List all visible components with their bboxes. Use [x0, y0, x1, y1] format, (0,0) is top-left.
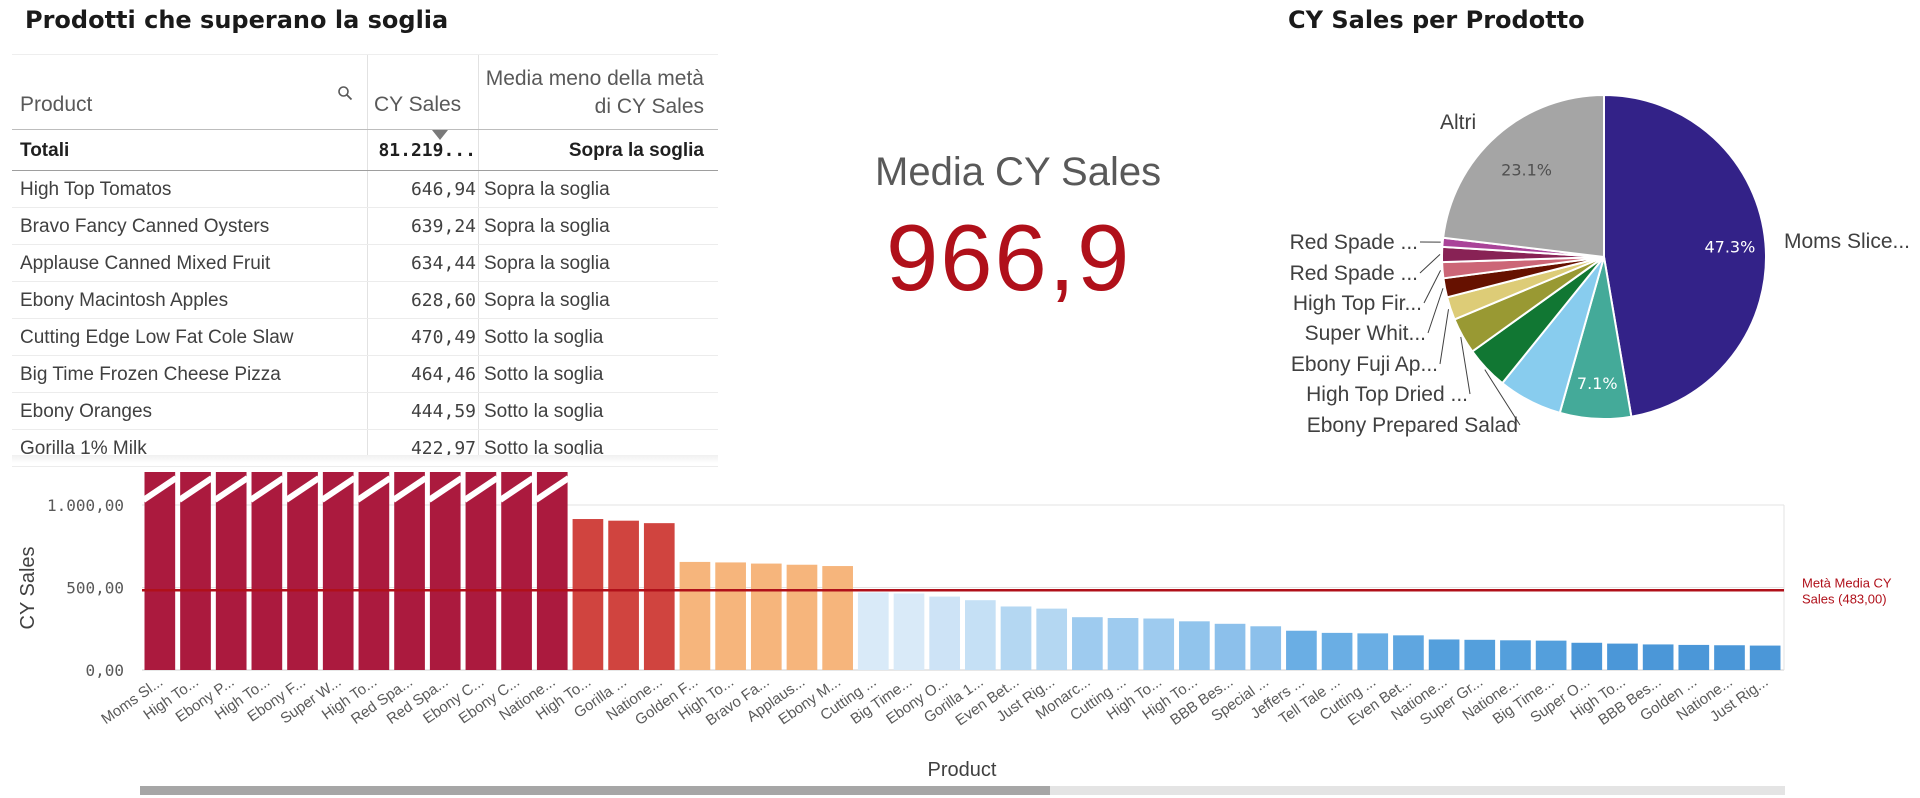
bar[interactable]	[287, 472, 318, 670]
reference-line-label: Metà Media CY	[1802, 575, 1892, 590]
pie-percent-label: 47.3%	[1704, 237, 1755, 256]
bar[interactable]	[1179, 621, 1210, 670]
bar[interactable]	[215, 472, 247, 670]
bar[interactable]	[501, 472, 532, 670]
bar[interactable]	[144, 472, 176, 670]
pie-percent-label: 23.1%	[1501, 161, 1552, 180]
bar[interactable]	[1678, 644, 1710, 670]
bar[interactable]	[1714, 645, 1745, 670]
x-axis-title: Product	[928, 759, 997, 781]
bar[interactable]	[857, 592, 889, 670]
bar[interactable]	[1357, 633, 1389, 670]
bar[interactable]	[964, 600, 996, 670]
bar[interactable]	[1393, 635, 1424, 670]
bar[interactable]	[1428, 639, 1460, 670]
bar[interactable]	[608, 520, 639, 670]
bar[interactable]	[1214, 623, 1246, 670]
bar[interactable]	[1107, 618, 1139, 670]
bar[interactable]	[322, 472, 354, 670]
pie-leader-line	[1419, 254, 1441, 274]
bar[interactable]	[822, 566, 853, 670]
pie-leader-line	[1439, 309, 1450, 365]
pie-slice-label: High Top Dried ...	[1306, 383, 1468, 406]
bar[interactable]	[1535, 640, 1567, 670]
bar[interactable]	[572, 519, 604, 670]
bar[interactable]	[750, 563, 782, 670]
bar[interactable]	[465, 472, 497, 670]
bar-chart: 1.000,00500,000,00Moms Sl...High To...Eb…	[17, 472, 1892, 795]
bar[interactable]	[1749, 645, 1781, 670]
bar[interactable]	[929, 596, 961, 670]
pie-slice-label: Ebony Fuji Ap...	[1291, 353, 1438, 376]
y-tick-label: 500,00	[66, 579, 124, 598]
bar[interactable]	[715, 562, 746, 670]
scrollbar-thumb[interactable]	[140, 786, 1050, 795]
pie-slice-label: Red Spade ...	[1290, 262, 1418, 285]
bar[interactable]	[1607, 643, 1638, 670]
bar[interactable]	[394, 472, 425, 670]
bar[interactable]	[786, 564, 818, 670]
pie-percent-label: 7.1%	[1577, 374, 1618, 393]
pie-slice-label: Super Whit...	[1305, 322, 1426, 345]
bar[interactable]	[358, 472, 390, 670]
pie-slice-label: Red Spade ...	[1290, 231, 1418, 254]
bar[interactable]	[1500, 640, 1531, 670]
pie-leader-line	[1423, 270, 1441, 304]
y-tick-label: 0,00	[85, 661, 124, 680]
bar[interactable]	[1286, 630, 1317, 670]
bar[interactable]	[1642, 644, 1674, 670]
bar[interactable]	[1464, 639, 1496, 670]
bar[interactable]	[1143, 618, 1175, 670]
pie-slice-label: Ebony Prepared Salad	[1307, 414, 1518, 437]
bar[interactable]	[1571, 642, 1603, 670]
bar[interactable]	[679, 561, 711, 670]
bar[interactable]	[429, 472, 461, 670]
bar[interactable]	[1036, 608, 1068, 670]
pie-slice-label: Moms Slice...	[1784, 230, 1910, 253]
pie-slice-label: Altri	[1440, 111, 1476, 134]
bar[interactable]	[536, 472, 568, 670]
y-tick-label: 1.000,00	[47, 496, 124, 515]
pie-slice-label: High Top Fir...	[1293, 292, 1422, 315]
bar[interactable]	[1072, 617, 1103, 670]
bar[interactable]	[1000, 606, 1032, 670]
bar[interactable]	[251, 472, 283, 670]
bar[interactable]	[893, 593, 925, 670]
bar[interactable]	[643, 523, 675, 670]
y-axis-title: CY Sales	[17, 546, 39, 629]
reference-line-label: Sales (483,00)	[1802, 591, 1887, 606]
bar[interactable]	[1321, 632, 1353, 670]
bar[interactable]	[180, 472, 211, 670]
pie-leader-line	[1427, 288, 1444, 334]
charts-canvas: 47.3% Moms Slice... 7.1% Ebony Prepared Sal…	[17, 93, 1910, 795]
bar[interactable]	[1250, 626, 1282, 670]
pie-chart: 47.3% Moms Slice... 7.1% Ebony Prepared Sal…	[1290, 93, 1910, 437]
